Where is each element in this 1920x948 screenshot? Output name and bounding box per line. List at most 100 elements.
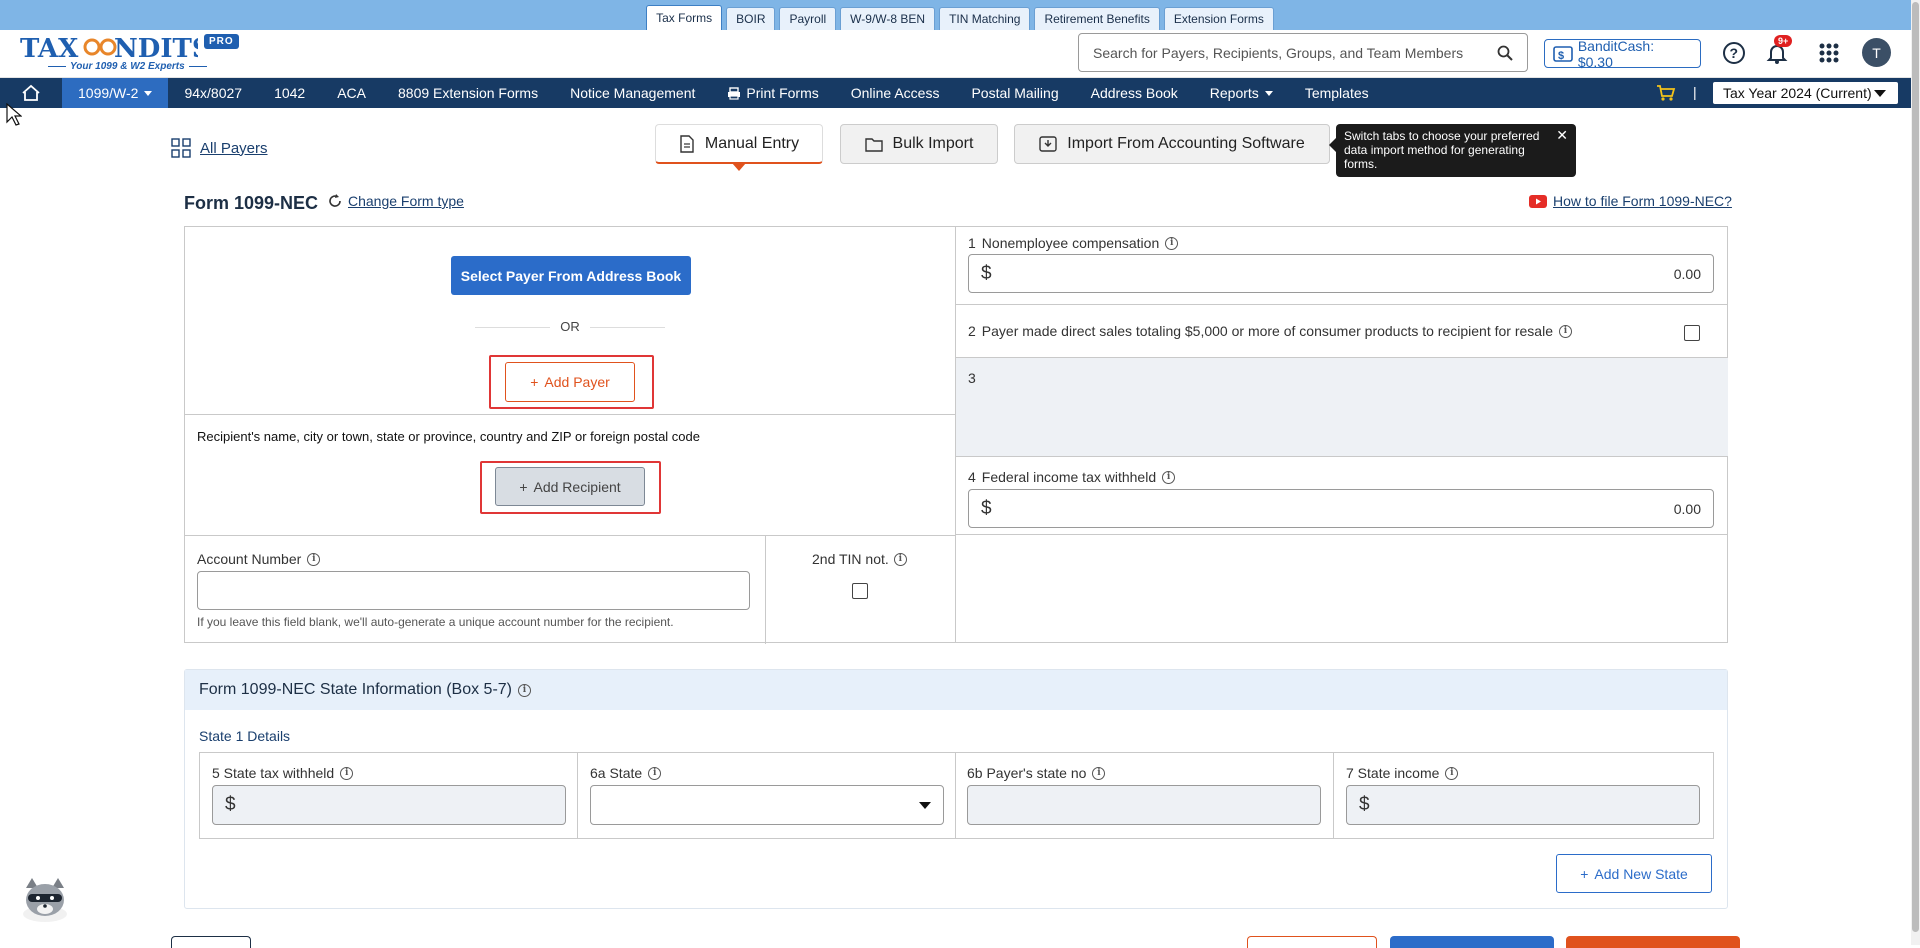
info-icon[interactable]: i <box>1445 766 1459 780</box>
info-icon[interactable]: i <box>1092 766 1106 780</box>
state-tax-withheld-label: 5 State tax withheld i <box>212 765 354 781</box>
close-icon[interactable]: ✕ <box>1556 128 1568 142</box>
search-input[interactable]: Search for Payers, Recipients, Groups, a… <box>1093 45 1497 61</box>
state1-grid: 5 State tax withheld i $ 6a State i 6b Pay… <box>199 752 1714 839</box>
payer-state-no-input[interactable] <box>967 785 1321 825</box>
second-tin-checkbox[interactable] <box>852 583 868 599</box>
svg-text:TAX: TAX <box>20 34 79 62</box>
box6b-cell: 6b Payer's state no i <box>956 753 1334 838</box>
svg-text:NDITS: NDITS <box>114 34 198 62</box>
logo-wordmark: TAX NDITS ® <box>20 34 198 62</box>
nav-online-access[interactable]: Online Access <box>835 78 956 108</box>
nav-postal-mailing[interactable]: Postal Mailing <box>955 78 1074 108</box>
page-scrollbar[interactable] <box>1911 0 1920 945</box>
product-tabs-bar: Tax Forms BOIR Payroll W-9/W-8 BEN TIN M… <box>0 0 1920 30</box>
info-icon[interactable]: i <box>518 683 532 697</box>
info-icon[interactable]: i <box>340 766 354 780</box>
second-tin-label: 2nd TIN not. i <box>812 551 907 567</box>
select-payer-button[interactable]: Select Payer From Address Book <box>451 256 691 295</box>
state-information-heading: Form 1099-NEC State Information (Box 5-7… <box>185 670 1727 710</box>
account-number-help: If you leave this field blank, we'll aut… <box>197 615 674 629</box>
state-label: 6a State i <box>590 765 662 781</box>
dollar-sign: $ <box>981 497 992 519</box>
direct-sales-checkbox[interactable] <box>1684 325 1700 341</box>
nav-templates[interactable]: Templates <box>1289 78 1385 108</box>
info-icon[interactable]: i <box>1165 236 1179 250</box>
box6a-cell: 6a State i <box>578 753 956 838</box>
account-number-input[interactable] <box>197 571 750 610</box>
nav-1042[interactable]: 1042 <box>258 78 321 108</box>
box1-label: 1 Nonemployee compensation i <box>968 235 1179 251</box>
dollar-sign: $ <box>981 262 992 284</box>
info-icon[interactable]: i <box>307 552 321 566</box>
account-number-label: Account Number i <box>197 551 321 567</box>
scrollbar-thumb[interactable] <box>1912 2 1919 932</box>
chat-mascot-icon[interactable] <box>18 874 72 924</box>
cart-icon[interactable] <box>1656 84 1676 107</box>
tax-year-select[interactable]: Tax Year 2024 (Current) <box>1713 82 1898 104</box>
nav-notice-management[interactable]: Notice Management <box>554 78 711 108</box>
tab-payroll[interactable]: Payroll <box>779 7 837 30</box>
box3-label: 3 <box>968 370 976 386</box>
how-to-file-link[interactable]: How to file Form 1099-NEC? <box>1529 193 1732 209</box>
box2-label: 2 Payer made direct sales totaling $5,00… <box>968 323 1572 339</box>
federal-tax-withheld-input[interactable]: $ 0.00 <box>968 489 1714 528</box>
taxbandits-logo[interactable]: TAX NDITS ® Your 1099 & W2 Experts PRO <box>18 32 248 74</box>
mouse-cursor-icon <box>6 103 22 126</box>
info-icon[interactable]: i <box>1558 324 1572 338</box>
pro-badge: PRO <box>204 34 239 49</box>
nonemployee-compensation-input[interactable]: $ 0.00 <box>968 254 1714 293</box>
refresh-icon <box>329 194 341 207</box>
folder-icon <box>864 138 883 152</box>
tab-bulk-import[interactable]: Bulk Import <box>840 124 998 164</box>
second-tin-notice: 2nd TIN not. i <box>765 535 955 644</box>
apps-grid-icon[interactable] <box>1816 40 1842 66</box>
tab-tin-matching[interactable]: TIN Matching <box>939 7 1031 30</box>
nav-8809-extension[interactable]: 8809 Extension Forms <box>382 78 554 108</box>
svg-text:?: ? <box>1730 45 1739 61</box>
save-button[interactable] <box>1390 936 1554 948</box>
state-tax-withheld-input[interactable]: $ <box>212 785 566 825</box>
or-divider: OR <box>475 319 665 334</box>
import-method-tooltip: Switch tabs to choose your preferred dat… <box>1329 124 1576 177</box>
all-payers-link[interactable]: All Payers <box>171 138 268 158</box>
info-icon[interactable]: i <box>893 552 907 566</box>
user-avatar[interactable]: T <box>1862 38 1891 67</box>
tab-manual-entry[interactable]: Manual Entry <box>655 124 823 171</box>
tab-import-accounting[interactable]: Import From Accounting Software <box>1014 124 1330 164</box>
state-income-input[interactable]: $ <box>1346 785 1700 825</box>
global-search[interactable]: Search for Payers, Recipients, Groups, a… <box>1078 33 1528 72</box>
back-button[interactable] <box>171 936 251 948</box>
nav-94x-8027[interactable]: 94x/8027 <box>168 78 258 108</box>
help-icon[interactable]: ? <box>1721 40 1747 66</box>
logo-tagline: Your 1099 & W2 Experts <box>44 61 211 72</box>
nav-print-forms[interactable]: Print Forms <box>711 78 834 108</box>
grid-icon <box>171 138 191 158</box>
change-form-type-link[interactable]: Change Form type <box>328 193 464 209</box>
add-recipient-button[interactable]: + Add Recipient <box>495 467 645 506</box>
info-icon[interactable]: i <box>648 766 662 780</box>
nav-1099-w2[interactable]: 1099/W-2 <box>62 78 169 108</box>
state-select[interactable] <box>590 785 944 825</box>
tab-retirement-benefits[interactable]: Retirement Benefits <box>1034 7 1160 30</box>
tab-tax-forms[interactable]: Tax Forms <box>646 5 723 30</box>
continue-button[interactable] <box>1566 936 1740 948</box>
nav-separator: | <box>1693 84 1697 100</box>
search-icon[interactable] <box>1497 45 1513 61</box>
add-new-state-button[interactable]: + Add New State <box>1556 854 1712 893</box>
svg-text:$: $ <box>1558 50 1564 62</box>
info-icon[interactable]: i <box>1162 470 1176 484</box>
payer-state-no-label: 6b Payer's state no i <box>967 765 1106 781</box>
chevron-down-icon <box>144 90 153 96</box>
add-payer-button[interactable]: + Add Payer <box>505 362 635 402</box>
tab-boir[interactable]: BOIR <box>726 7 776 30</box>
tab-extension-forms[interactable]: Extension Forms <box>1163 7 1274 30</box>
payer-recipient-section: Select Payer From Address Book OR + Add … <box>185 227 956 644</box>
main-nav: 1099/W-2 94x/8027 1042 ACA 8809 Extensio… <box>0 78 1920 108</box>
nav-aca[interactable]: ACA <box>321 78 382 108</box>
nav-reports[interactable]: Reports <box>1194 78 1289 108</box>
nav-address-book[interactable]: Address Book <box>1075 78 1194 108</box>
secondary-action-button[interactable] <box>1247 936 1377 948</box>
bandit-cash-button[interactable]: $ BanditCash: $0.30 <box>1544 38 1701 70</box>
tab-w9-w8ben[interactable]: W-9/W-8 BEN <box>840 7 936 30</box>
